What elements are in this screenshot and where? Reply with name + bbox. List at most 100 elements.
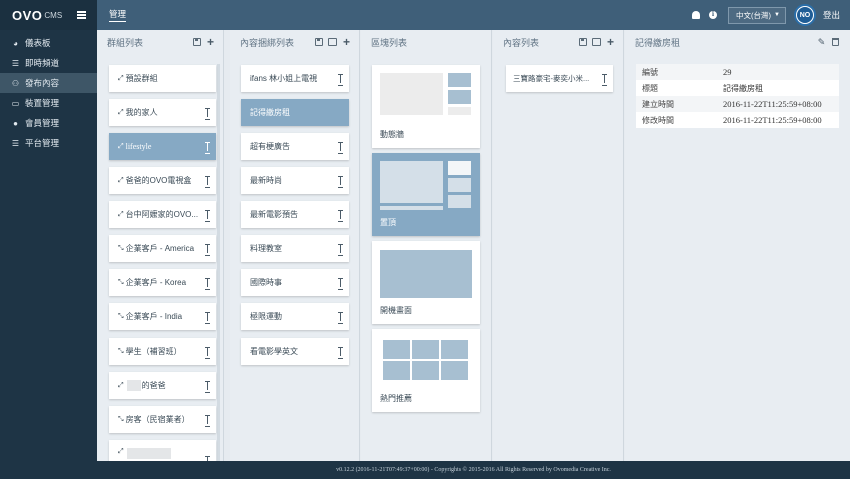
detail-value: 29: [723, 67, 732, 77]
collapse-icon: ⤡: [118, 278, 124, 286]
sidebar-item-label: 儀表板: [25, 38, 51, 48]
save-icon[interactable]: [314, 38, 323, 47]
group-label: 我的家人: [125, 108, 158, 117]
drag-handle-icon[interactable]: [204, 107, 210, 120]
drag-handle-icon[interactable]: [204, 175, 210, 188]
add-icon[interactable]: +: [606, 36, 615, 48]
list-icon[interactable]: [592, 38, 601, 47]
detail-header: 記得繳房租 ✎: [625, 30, 850, 54]
sidebar-item-publish-content[interactable]: ⚇ 發布內容: [0, 73, 97, 93]
binding-label: 看電影學英文: [250, 347, 298, 356]
layout-pinned[interactable]: 置頂: [372, 153, 480, 236]
detail-value: 記得繳房租: [723, 83, 763, 93]
drag-handle-icon[interactable]: [337, 311, 343, 324]
layout-block: [412, 340, 439, 359]
chevron-down-icon: ▼: [774, 12, 780, 18]
drag-handle-icon[interactable]: [337, 141, 343, 154]
sidebar-item-platform[interactable]: ☰ 平台管理: [0, 133, 97, 153]
save-icon[interactable]: [578, 38, 587, 47]
drag-handle-icon[interactable]: [337, 346, 343, 359]
group-item[interactable]: ⤢ 的爸爸: [109, 372, 216, 399]
breadcrumb[interactable]: 管理: [109, 8, 127, 22]
drag-handle-icon[interactable]: [204, 346, 210, 359]
drag-handle-icon[interactable]: [337, 243, 343, 256]
logout-link[interactable]: 登出: [823, 9, 840, 21]
sidebar-item-dashboard[interactable]: ◕ 儀表板: [0, 33, 97, 53]
drag-handle-icon[interactable]: [337, 209, 343, 222]
group-item[interactable]: ⤡ 企業客戶 - Korea: [109, 269, 216, 296]
group-item[interactable]: ⤢ 預設群組: [109, 65, 216, 92]
binding-item[interactable]: ifans 林小姐上電視: [241, 65, 349, 92]
groups-scrollbar[interactable]: [217, 64, 220, 461]
detail-key: 修改時間: [642, 115, 674, 125]
group-item[interactable]: ⤢ 台中阿嬤家的OVO...: [109, 201, 216, 228]
avatar[interactable]: NO: [793, 4, 816, 26]
layout-dynamic-wall[interactable]: 動態牆: [372, 65, 480, 148]
add-icon[interactable]: +: [342, 36, 351, 48]
expand-icon: ⤢: [118, 74, 124, 82]
contents-header: 內容列表 +: [493, 30, 623, 54]
save-icon[interactable]: [192, 38, 201, 47]
detail-row: 修改時間 2016-11-22T11:25:59+08:00: [636, 112, 839, 128]
group-item[interactable]: ⤡ 企業客戶 - America: [109, 235, 216, 262]
layout-label: 開機畫面: [380, 306, 412, 315]
binding-item[interactable]: 看電影學英文: [241, 338, 349, 365]
ovo-logo[interactable]: OVO: [12, 8, 42, 23]
group-item[interactable]: ⤡ 學生（補習班）: [109, 338, 216, 365]
detail-title: 記得繳房租: [635, 37, 681, 48]
layout-block: [380, 250, 472, 298]
sidebar-item-live-channels[interactable]: ☰ 即時頻道: [0, 53, 97, 73]
binding-item[interactable]: 最新時尚: [241, 167, 349, 194]
group-label: 企業客戶 - Korea: [125, 278, 187, 287]
bell-icon[interactable]: [691, 10, 701, 20]
content-item[interactable]: 三寶路豪宅-麥奕小米...: [506, 65, 613, 92]
binding-item[interactable]: 極限運動: [241, 303, 349, 330]
drag-handle-icon[interactable]: [601, 73, 607, 86]
group-item[interactable]: ⤢ lifestyle: [109, 133, 216, 160]
group-label: 預設群組: [125, 74, 158, 83]
add-icon[interactable]: +: [206, 36, 215, 48]
layout-block: [448, 73, 471, 87]
sidebar-item-members[interactable]: ● 會員管理: [0, 113, 97, 133]
binding-item[interactable]: 最新電影預告: [241, 201, 349, 228]
group-item[interactable]: ⤡ 房客（民宿業者）: [109, 406, 216, 433]
detail-table: 編號 29 標題 記得繳房租 建立時間 2016-11-22T11:25:59+08:…: [636, 64, 839, 128]
info-icon[interactable]: i: [708, 10, 718, 20]
menu-toggle-icon[interactable]: [77, 11, 86, 19]
binding-item[interactable]: 料理教室: [241, 235, 349, 262]
detail-row: 編號 29: [636, 64, 839, 80]
group-label: 企業客戶 - India: [125, 312, 183, 321]
drag-handle-icon[interactable]: [204, 209, 210, 222]
group-item[interactable]: ⤢ 我的家人: [109, 99, 216, 126]
drag-handle-icon[interactable]: [337, 277, 343, 290]
edit-icon[interactable]: ✎: [817, 37, 826, 47]
sidebar-item-label: 會員管理: [25, 118, 60, 128]
drag-handle-icon[interactable]: [204, 311, 210, 324]
sidebar-nav: ◕ 儀表板 ☰ 即時頻道 ⚇ 發布內容 ▭ 裝置管理 ● 會員管理 ☰ 平台管理: [0, 30, 97, 153]
trash-icon[interactable]: [831, 38, 840, 47]
binding-item[interactable]: 超有梗廣告: [241, 133, 349, 160]
sidebar-item-devices[interactable]: ▭ 裝置管理: [0, 93, 97, 113]
drag-handle-icon[interactable]: [204, 277, 210, 290]
drag-handle-icon[interactable]: [337, 175, 343, 188]
avatar-initials: NO: [796, 7, 813, 23]
layout-block: [448, 161, 471, 175]
language-select[interactable]: 中文(台灣) ▼: [727, 6, 786, 24]
layout-boot-screen[interactable]: 開機畫面: [372, 241, 480, 324]
redacted-text: [126, 380, 141, 391]
binding-item[interactable]: 國際時事: [241, 269, 349, 296]
drag-handle-icon[interactable]: [337, 73, 343, 86]
binding-item[interactable]: 記得繳房租: [241, 99, 349, 126]
brand: OVO CMS: [0, 0, 97, 30]
list-icon[interactable]: [328, 38, 337, 47]
collapse-icon: ⤡: [118, 347, 124, 355]
group-item[interactable]: ⤡ 企業客戶 - India: [109, 303, 216, 330]
drag-handle-icon[interactable]: [204, 380, 210, 393]
group-item[interactable]: ⤢: [109, 440, 216, 461]
layout-hot-picks[interactable]: 熱門推薦: [372, 329, 480, 412]
drag-handle-icon[interactable]: [204, 243, 210, 256]
drag-handle-icon[interactable]: [204, 414, 210, 427]
dashboard-icon: ◕: [13, 38, 18, 48]
group-item[interactable]: ⤢ 爸爸的OVO電視盒: [109, 167, 216, 194]
drag-handle-icon[interactable]: [204, 141, 210, 154]
